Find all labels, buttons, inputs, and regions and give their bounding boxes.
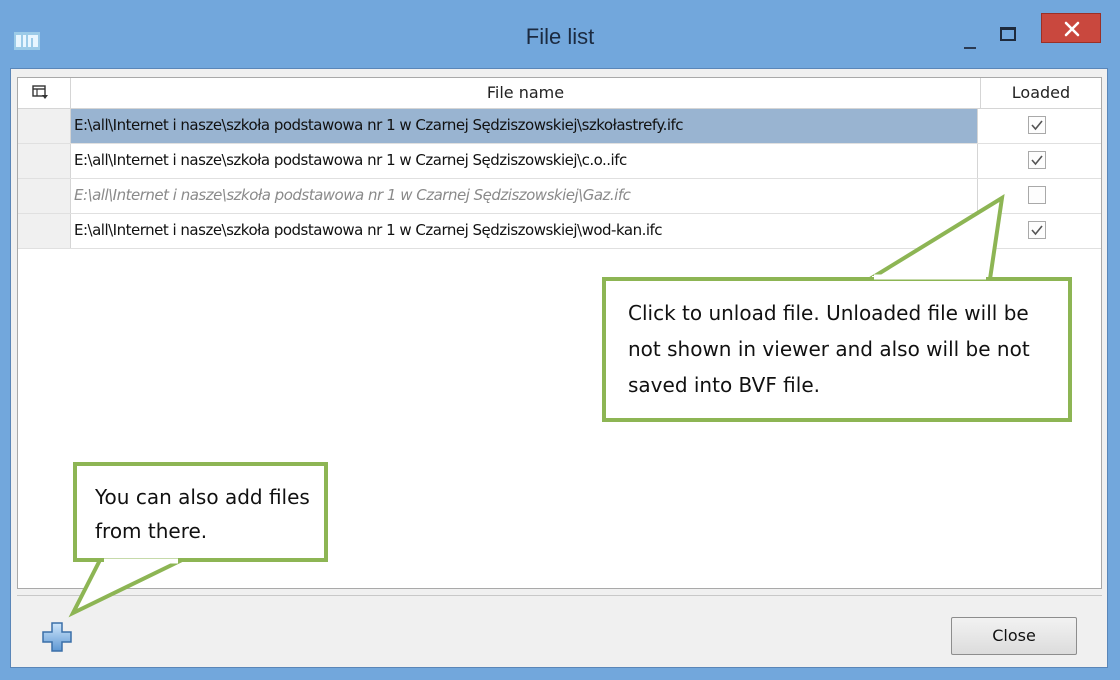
add-files-hint-callout: You can also add files from there. [73,462,328,562]
unload-hint-callout: Click to unload file. Unloaded file will… [602,277,1072,422]
